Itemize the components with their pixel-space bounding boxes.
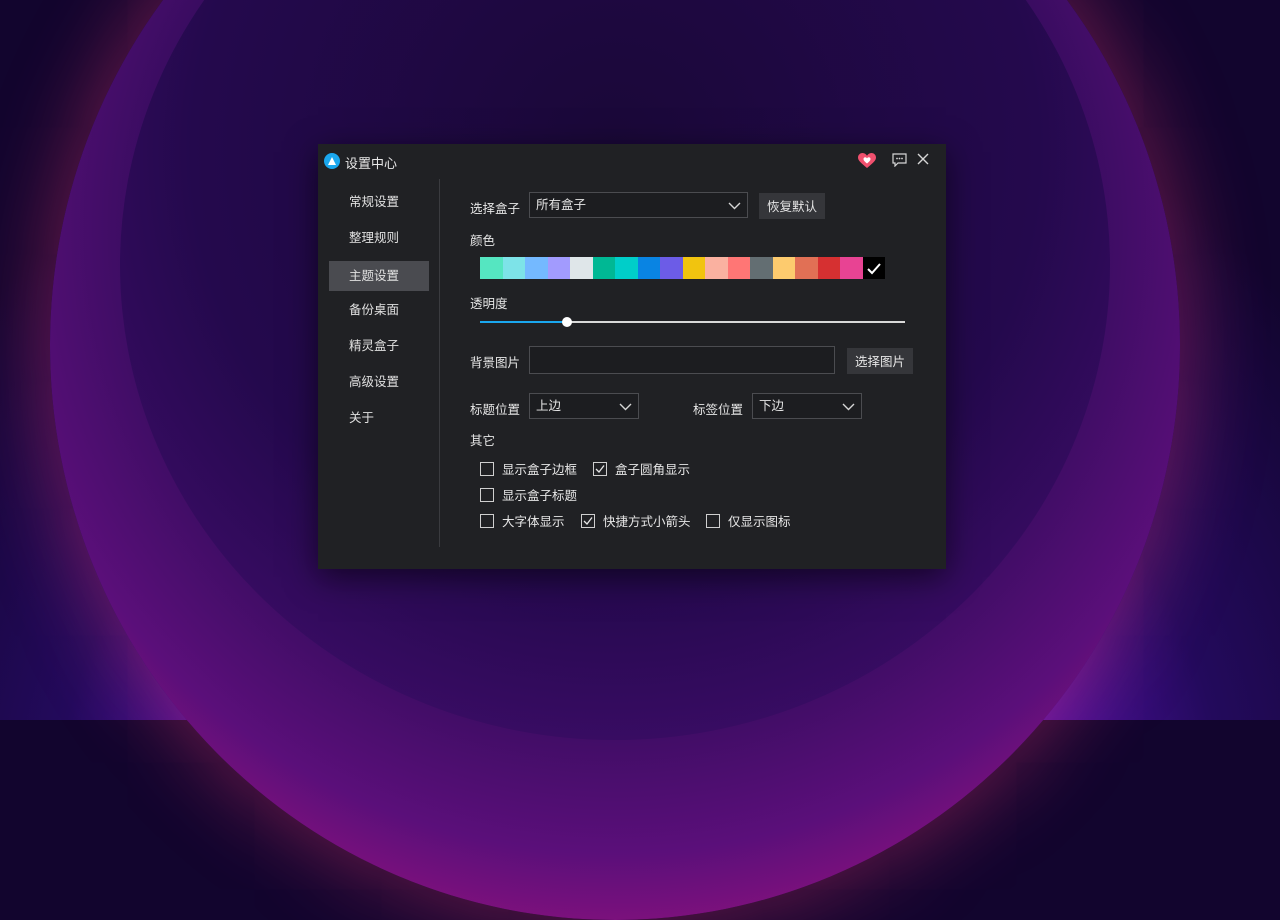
color-label: 颜色 — [470, 233, 496, 248]
option-label: 显示盒子边框 — [502, 462, 578, 477]
color-swatch[interactable] — [727, 257, 750, 279]
opacity-label: 透明度 — [470, 296, 508, 311]
sidebar-item-backup[interactable]: 备份桌面 — [329, 295, 429, 325]
color-swatch[interactable] — [862, 257, 885, 279]
checkbox[interactable] — [581, 513, 595, 528]
choose-image-button[interactable]: 选择图片 — [847, 348, 913, 374]
option-large-font[interactable]: 大字体显示 — [480, 511, 565, 530]
app-logo-icon — [324, 153, 340, 169]
check-icon — [866, 263, 881, 275]
sidebar-item-about[interactable]: 关于 — [329, 403, 429, 433]
color-swatch[interactable] — [682, 257, 705, 279]
background-image-input[interactable] — [529, 346, 835, 374]
tab-position-label: 标签位置 — [693, 402, 744, 417]
sidebar-divider — [439, 179, 440, 547]
color-swatch[interactable] — [705, 257, 728, 279]
box-select-label: 选择盒子 — [470, 201, 521, 216]
sidebar-item-advanced[interactable]: 高级设置 — [329, 367, 429, 397]
checkmark-icon — [583, 516, 593, 525]
title-position-value: 上边 — [536, 398, 562, 413]
option-label: 大字体显示 — [502, 514, 565, 529]
color-swatch[interactable] — [615, 257, 638, 279]
sidebar-item-rules[interactable]: 整理规则 — [329, 223, 429, 253]
option-show-box-border[interactable]: 显示盒子边框 — [480, 459, 577, 478]
color-swatch[interactable] — [525, 257, 548, 279]
opacity-slider-thumb[interactable] — [562, 317, 573, 327]
color-swatch[interactable] — [480, 257, 503, 279]
chevron-down-icon — [728, 202, 741, 210]
title-bar[interactable]: 设置中心 — [318, 144, 946, 178]
checkbox[interactable] — [480, 461, 494, 476]
close-icon[interactable] — [917, 153, 933, 169]
reset-default-button[interactable]: 恢复默认 — [759, 193, 825, 219]
chevron-down-icon — [842, 403, 855, 411]
opacity-slider-fill — [480, 321, 568, 323]
option-icons-only[interactable]: 仅显示图标 — [706, 511, 791, 530]
box-select-dropdown[interactable]: 所有盒子 — [529, 192, 748, 218]
other-label: 其它 — [470, 433, 496, 448]
color-swatch[interactable] — [637, 257, 660, 279]
chevron-down-icon — [619, 403, 632, 411]
checkbox[interactable] — [706, 513, 720, 528]
tab-position-dropdown[interactable]: 下边 — [752, 393, 862, 419]
sidebar-item-sprite-box[interactable]: 精灵盒子 — [329, 331, 429, 361]
checkbox[interactable] — [593, 461, 607, 476]
checkmark-icon — [595, 464, 605, 473]
checkbox[interactable] — [480, 513, 494, 528]
title-position-label: 标题位置 — [470, 402, 521, 417]
comment-icon[interactable] — [892, 153, 908, 169]
color-swatch[interactable] — [547, 257, 570, 279]
color-swatch[interactable] — [660, 257, 683, 279]
option-shortcut-arrow[interactable]: 快捷方式小箭头 — [581, 511, 691, 530]
option-rounded-corners[interactable]: 盒子圆角显示 — [593, 459, 690, 478]
box-select-value: 所有盒子 — [536, 197, 587, 212]
option-label: 盒子圆角显示 — [615, 462, 691, 477]
color-swatch[interactable] — [840, 257, 863, 279]
color-swatches — [480, 257, 885, 279]
option-show-box-title[interactable]: 显示盒子标题 — [480, 485, 577, 504]
checkbox[interactable] — [480, 487, 494, 502]
color-swatch[interactable] — [795, 257, 818, 279]
color-swatch[interactable] — [502, 257, 525, 279]
title-position-dropdown[interactable]: 上边 — [529, 393, 639, 419]
option-label: 快捷方式小箭头 — [603, 514, 691, 529]
color-swatch[interactable] — [570, 257, 593, 279]
settings-window: 设置中心 常规设置 整理规则 主题设置 备份桌面 精灵盒子 高级设置 关于 选择… — [318, 144, 946, 569]
opacity-slider[interactable] — [480, 317, 905, 327]
tab-position-value: 下边 — [759, 398, 785, 413]
color-swatch[interactable] — [772, 257, 795, 279]
sidebar-item-theme[interactable]: 主题设置 — [329, 261, 429, 291]
background-image-label: 背景图片 — [470, 355, 521, 370]
heart-icon[interactable] — [858, 153, 876, 169]
color-swatch[interactable] — [817, 257, 840, 279]
color-swatch[interactable] — [750, 257, 773, 279]
sidebar-item-general[interactable]: 常规设置 — [329, 187, 429, 217]
option-label: 显示盒子标题 — [502, 488, 578, 503]
option-label: 仅显示图标 — [728, 514, 791, 529]
color-swatch[interactable] — [592, 257, 615, 279]
window-title: 设置中心 — [345, 157, 398, 172]
